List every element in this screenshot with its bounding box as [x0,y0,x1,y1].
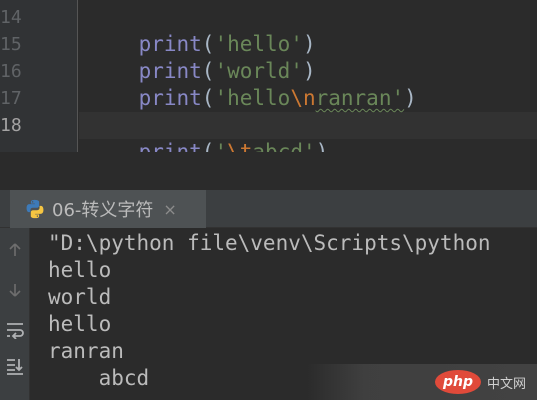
paren-close: ) [404,86,417,110]
line-number: 14 [0,7,22,28]
watermark: php 中文网 [307,364,537,400]
close-icon[interactable]: × [163,200,176,219]
code-line[interactable]: print('hello\nranran') [88,58,417,110]
code-line-current[interactable]: print('\tabcd') [88,112,329,164]
paren-open: ( [201,86,215,110]
code-editor[interactable]: 14 15 16 17 18 print('hello') print('wor… [0,0,537,164]
function-name: print [138,86,202,110]
string-literal-typo: ranran' [315,86,405,110]
php-logo-text: php [442,374,473,390]
panel-splitter[interactable] [0,152,537,190]
watermark-text: 中文网 [487,377,527,392]
run-tool-window-header: 06-转义字符 × [0,190,537,228]
php-logo: php [435,370,481,394]
code-line[interactable]: print('world') [88,31,316,83]
line-number: 16 [0,61,22,82]
console-line: hello [48,312,112,336]
code-line[interactable]: print('hello') [88,4,316,56]
soft-wrap-icon[interactable] [0,316,30,344]
escape-sequence: \n [290,86,316,110]
console-line: abcd [48,366,150,390]
line-number: 15 [0,34,22,55]
line-number-current: 18 [0,115,22,136]
console-line: hello [48,258,112,282]
console-line: "D:\python file\venv\Scripts\python [48,231,491,255]
console-line: ranran [48,339,124,363]
arrow-down-icon[interactable] [0,276,30,304]
run-tab[interactable]: 06-转义字符 × [10,190,206,228]
arrow-up-icon[interactable] [0,236,30,264]
line-number: 17 [0,88,22,109]
run-toolbar [0,228,30,400]
scroll-to-end-icon[interactable] [0,352,30,380]
line-number-gutter: 14 15 16 17 18 [0,0,78,152]
console-line: world [48,285,112,309]
run-tab-label: 06-转义字符 [52,200,154,221]
python-icon [26,199,44,219]
string-literal: 'hello [214,86,291,110]
